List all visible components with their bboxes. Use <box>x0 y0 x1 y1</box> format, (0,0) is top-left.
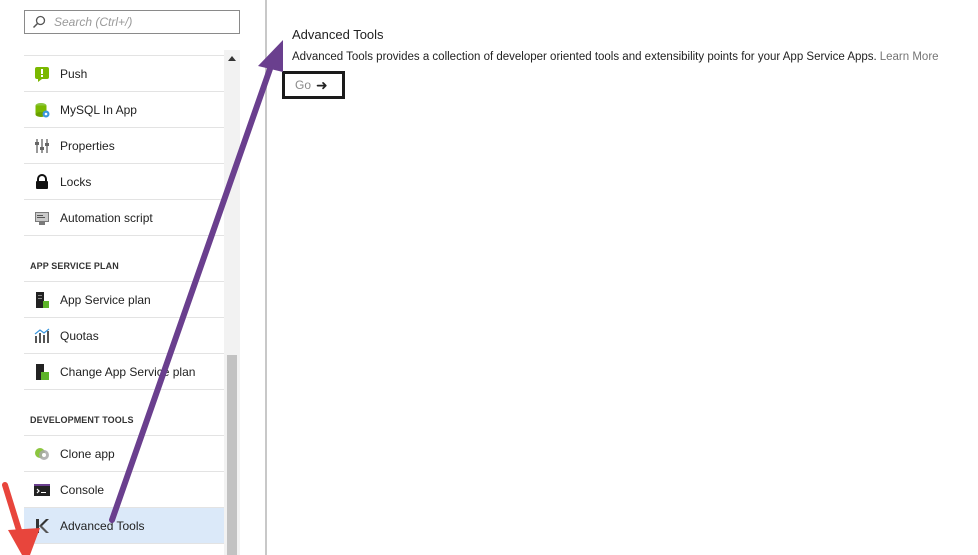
search-icon <box>32 15 46 29</box>
menu-item-change-app-service-plan[interactable]: Change App Service plan <box>24 354 224 390</box>
learn-more-link[interactable]: Learn More <box>880 51 939 63</box>
change-plan-icon <box>34 363 50 380</box>
section-header-development-tools: DEVELOPMENT TOOLS <box>24 390 224 436</box>
menu-item-label: App Service plan <box>60 292 151 307</box>
scroll-up-arrow-icon[interactable] <box>228 56 236 61</box>
menu-item-label: Clone app <box>60 446 115 461</box>
menu-item-label: Console <box>60 482 105 497</box>
search-placeholder: Search (Ctrl+/) <box>54 15 133 29</box>
menu-item-label: Locks <box>60 174 92 189</box>
menu-list: Push MySQL In App Properties Locks Autom… <box>24 44 224 555</box>
automation-script-icon <box>34 210 50 226</box>
go-button-label: Go <box>295 78 312 92</box>
push-icon <box>34 66 50 82</box>
menu-item-console[interactable]: Console <box>24 472 224 508</box>
blade-title: Advanced Tools <box>292 27 384 42</box>
app-service-plan-icon <box>34 291 50 308</box>
menu-scrollbar[interactable] <box>224 50 240 555</box>
advanced-tools-icon <box>34 518 50 534</box>
menu-item-quotas[interactable]: Quotas <box>24 318 224 354</box>
console-icon <box>34 482 50 498</box>
menu-item-label: Push <box>60 66 88 81</box>
blade-divider <box>265 0 267 555</box>
search-input[interactable]: Search (Ctrl+/) <box>24 10 240 34</box>
menu-item-properties[interactable]: Properties <box>24 128 224 164</box>
lock-icon <box>34 173 50 190</box>
menu-item-label: Quotas <box>60 328 99 343</box>
clone-app-icon <box>34 446 50 462</box>
quotas-icon <box>34 328 50 344</box>
menu-item-clone-app[interactable]: Clone app <box>24 436 224 472</box>
advanced-tools-blade: Advanced Tools Advanced Tools provides a… <box>282 0 978 555</box>
menu-item-push[interactable]: Push <box>24 56 224 92</box>
scrollbar-thumb[interactable] <box>227 355 237 555</box>
menu-item-advanced-tools[interactable]: Advanced Tools <box>24 508 224 544</box>
go-button[interactable]: Go ➜ <box>282 71 345 99</box>
properties-icon <box>34 138 50 154</box>
menu-item-locks[interactable]: Locks <box>24 164 224 200</box>
blade-description: Advanced Tools provides a collection of … <box>292 51 939 63</box>
mysql-icon <box>34 102 50 118</box>
menu-item-label: Change App Service plan <box>60 364 196 379</box>
menu-item-cut-off <box>24 44 224 56</box>
menu-item-mysql-in-app[interactable]: MySQL In App <box>24 92 224 128</box>
arrow-right-icon: ➜ <box>316 77 328 93</box>
menu-item-label: Automation script <box>60 210 153 225</box>
menu-item-label: Advanced Tools <box>60 518 145 533</box>
menu-item-label: Properties <box>60 138 115 153</box>
section-header-app-service-plan: APP SERVICE PLAN <box>24 236 224 282</box>
menu-item-automation-script[interactable]: Automation script <box>24 200 224 236</box>
left-menu: Search (Ctrl+/) Push MySQL In App Proper… <box>0 0 240 555</box>
blade-description-text: Advanced Tools provides a collection of … <box>292 51 877 63</box>
menu-item-label: MySQL In App <box>60 102 137 117</box>
menu-item-app-service-plan[interactable]: App Service plan <box>24 282 224 318</box>
